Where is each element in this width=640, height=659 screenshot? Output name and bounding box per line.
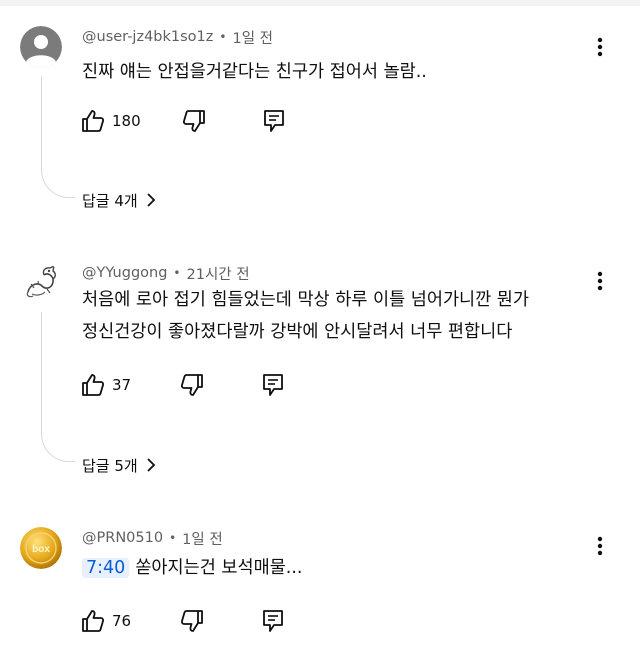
dislike-button[interactable]	[179, 606, 205, 636]
comment-meta: @YYuggong • 21시간 전	[82, 262, 250, 284]
dragon-sketch-avatar-icon	[20, 262, 62, 304]
more-actions-button[interactable]	[592, 533, 608, 559]
thumbs-up-icon	[82, 110, 105, 132]
comment-meta: @user-jz4bk1so1z • 1일 전	[82, 26, 273, 48]
comment-text: 처음에 로아 접기 힘들었는데 막상 하루 이틀 넘어가니깐 뭔가 정신건강이 …	[82, 284, 572, 348]
view-replies-button[interactable]: 답글 4개	[82, 187, 156, 213]
comment-text-line: 처음에 로아 접기 힘들었는데 막상 하루 이틀 넘어가니깐 뭔가	[82, 290, 530, 310]
comment-time[interactable]: 21시간 전	[187, 263, 250, 284]
avatar-coin-label: box	[32, 544, 50, 555]
author-handle[interactable]: @user-jz4bk1so1z	[82, 29, 213, 45]
kebab-menu-icon	[597, 271, 603, 291]
top-divider	[0, 0, 640, 6]
meta-separator: •	[173, 266, 181, 280]
comment-thread-1: @user-jz4bk1so1z • 1일 전 진짜 얘는 안접을거같다는 친구…	[0, 26, 640, 226]
default-user-avatar-icon	[20, 26, 62, 68]
meta-separator: •	[219, 30, 227, 44]
avatar[interactable]	[20, 26, 62, 68]
comment-time[interactable]: 1일 전	[182, 528, 223, 549]
thumbs-down-icon	[182, 110, 205, 132]
kebab-menu-icon	[597, 536, 603, 556]
comment-text: 진짜 얘는 안접을거같다는 친구가 접어서 놀람..	[82, 62, 427, 82]
thumbs-down-icon	[181, 610, 203, 632]
more-actions-button[interactable]	[592, 34, 608, 60]
replies-label: 답글 4개	[82, 191, 138, 210]
comment-meta: @PRN0510 • 1일 전	[82, 527, 223, 549]
gold-coin-avatar-icon: box	[20, 527, 62, 569]
comment-thread-2: @YYuggong • 21시간 전 처음에 로아 접기 힘들었는데 막상 하루…	[0, 262, 640, 482]
thread-connector	[41, 312, 75, 462]
replies-label: 답글 5개	[82, 456, 138, 475]
timestamp-link[interactable]: 7:40	[82, 558, 130, 578]
reply-comment-icon	[263, 110, 284, 132]
like-count: 180	[112, 112, 141, 130]
more-actions-button[interactable]	[592, 268, 608, 294]
comment-actions: 180	[80, 106, 286, 136]
comment-text-line: 정신건강이 좋아졌다랄까 강박에 안시달려서 너무 편합니다	[82, 322, 513, 342]
thumbs-up-icon	[82, 374, 105, 396]
chevron-right-icon	[147, 458, 155, 472]
thread-connector	[41, 76, 75, 198]
reply-button[interactable]	[262, 106, 286, 136]
like-count: 76	[112, 612, 132, 630]
comment-time[interactable]: 1일 전	[232, 27, 273, 48]
comment-thread-3: box @PRN0510 • 1일 전 7:40 쏟아지는건 보석매물... 76	[0, 527, 640, 657]
kebab-menu-icon	[597, 37, 603, 57]
reply-comment-icon	[263, 610, 283, 632]
chevron-right-icon	[147, 193, 155, 207]
dislike-button[interactable]	[179, 370, 205, 400]
like-count: 37	[112, 376, 132, 394]
avatar[interactable]: box	[20, 527, 62, 569]
avatar[interactable]	[20, 262, 62, 304]
like-button[interactable]: 76	[80, 606, 131, 636]
dislike-button[interactable]	[181, 106, 207, 136]
author-handle[interactable]: @YYuggong	[82, 265, 167, 281]
comment-actions: 37	[80, 370, 285, 400]
meta-separator: •	[169, 531, 177, 545]
comment-text: 7:40 쏟아지는건 보석매물...	[82, 552, 572, 584]
thumbs-down-icon	[181, 374, 203, 396]
reply-comment-icon	[263, 374, 283, 396]
like-button[interactable]: 180	[80, 106, 141, 136]
comment-actions: 76	[80, 606, 285, 636]
thumbs-up-icon	[82, 610, 105, 632]
author-handle[interactable]: @PRN0510	[82, 530, 163, 546]
like-button[interactable]: 37	[80, 370, 131, 400]
comment-body: 쏟아지는건 보석매물...	[135, 558, 303, 578]
view-replies-button[interactable]: 답글 5개	[82, 452, 156, 478]
reply-button[interactable]	[261, 606, 285, 636]
reply-button[interactable]	[261, 370, 285, 400]
